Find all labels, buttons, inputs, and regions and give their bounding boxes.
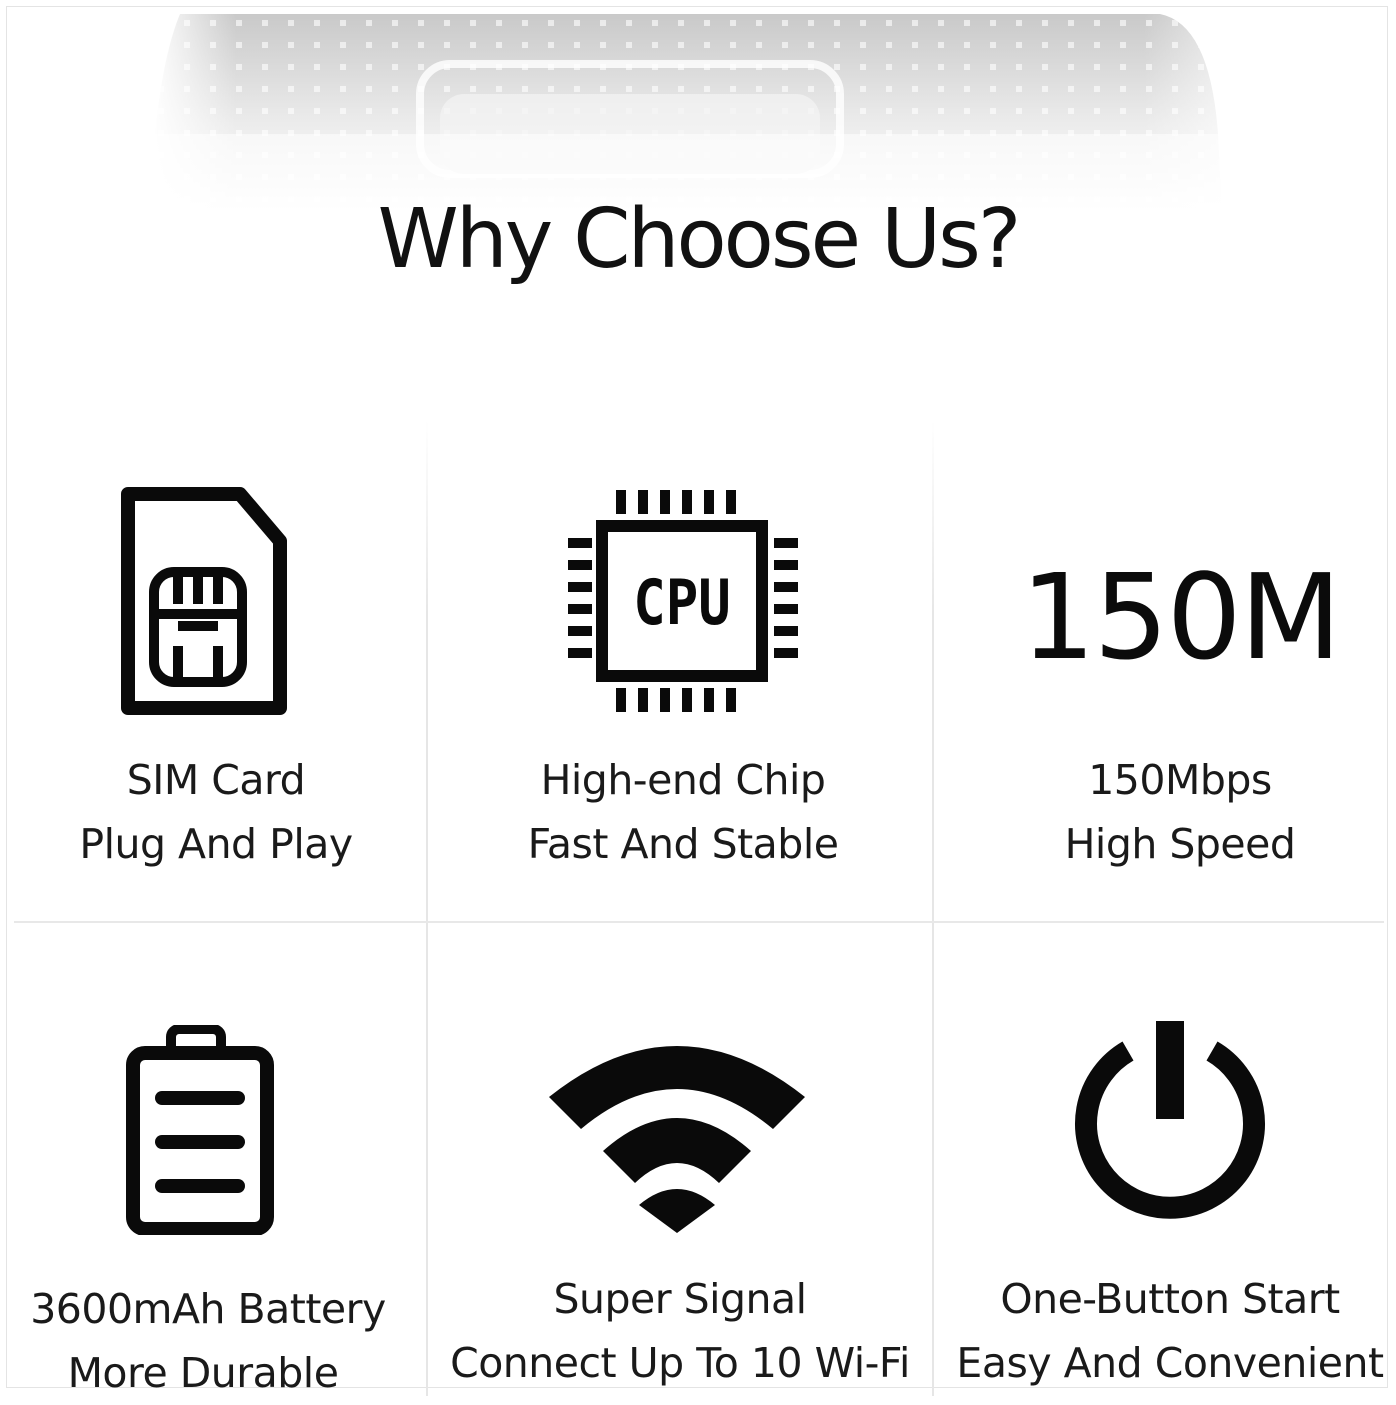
feature-caption-line2: Plug And Play (79, 820, 353, 868)
feature-chip: CPU High-end Chip Fast And Stable (428, 420, 932, 920)
cpu-label: CPU (633, 566, 731, 639)
feature-power: One-Button Start Easy And Convenient (934, 923, 1384, 1396)
feature-caption: One-Button Start Easy And Convenient (956, 1267, 1384, 1395)
feature-caption: 3600mAh Battery More Durable (0, 1277, 426, 1405)
feature-caption-line2: Easy And Convenient (956, 1339, 1384, 1387)
feature-caption-line1: High-end Chip (540, 756, 826, 804)
cpu-chip-icon: CPU (568, 490, 798, 712)
speed-value: 150M (1020, 548, 1341, 686)
feature-signal: Super Signal Connect Up To 10 Wi-Fi (428, 923, 932, 1396)
feature-caption-line2: More Durable (67, 1349, 339, 1397)
page-title: Why Choose Us? (377, 192, 1022, 287)
feature-caption: High-end Chip Fast And Stable (434, 748, 932, 876)
feature-speed: 150M 150Mbps High Speed (934, 420, 1384, 920)
wifi-icon (549, 1046, 805, 1233)
feature-caption-line2: High Speed (1064, 820, 1296, 868)
feature-caption-line1: 3600mAh Battery (30, 1285, 386, 1333)
feature-caption: SIM Card Plug And Play (6, 748, 426, 876)
feature-caption-line1: SIM Card (126, 756, 306, 804)
feature-caption-line1: Super Signal (553, 1275, 807, 1323)
feature-caption-line2: Fast And Stable (527, 820, 839, 868)
feature-caption: 150Mbps High Speed (976, 748, 1384, 876)
feature-battery: 3600mAh Battery More Durable (14, 923, 426, 1397)
feature-caption-line2: Connect Up To 10 Wi-Fi (450, 1339, 910, 1387)
feature-caption-line1: One-Button Start (1000, 1275, 1340, 1323)
feature-caption-line1: 150Mbps (1088, 756, 1272, 804)
feature-sim-card: SIM Card Plug And Play (14, 420, 426, 920)
power-icon (1075, 1021, 1265, 1219)
feature-caption: Super Signal Connect Up To 10 Wi-Fi (428, 1267, 932, 1395)
device-photo (150, 14, 1230, 214)
battery-icon (126, 1025, 274, 1235)
sim-card-icon (121, 487, 287, 715)
